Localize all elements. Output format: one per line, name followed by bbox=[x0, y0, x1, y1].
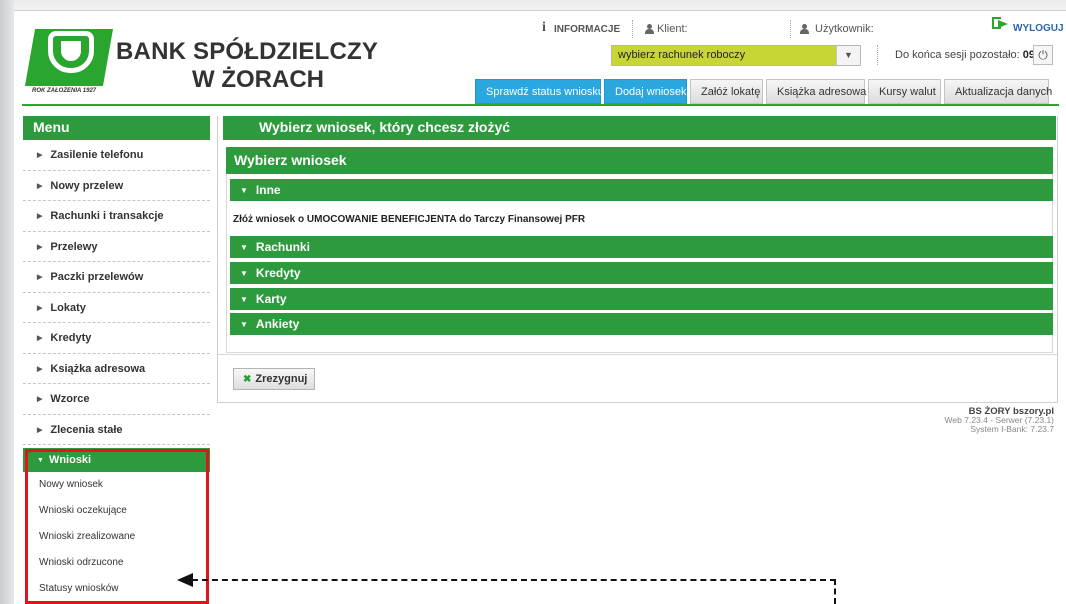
divider bbox=[790, 20, 791, 38]
sidebar-item-label: Nowy przelew bbox=[50, 179, 124, 192]
bank-name-line2: W ŻORACH bbox=[192, 66, 324, 93]
tab-exchange-rates[interactable]: Kursy walut bbox=[868, 79, 941, 104]
sidebar-item-label: Wzorce bbox=[50, 393, 90, 405]
caret-right-icon: ▶ bbox=[37, 304, 43, 312]
caret-right-icon: ▶ bbox=[37, 213, 43, 220]
account-select-value: wybierz rachunek roboczy bbox=[612, 46, 836, 65]
annotation-arrow-line bbox=[192, 579, 836, 581]
sidebar-item-label: Lokaty bbox=[50, 301, 86, 314]
footer-version-info: BS ŻORY bszory.pl Web 7.23.4 - Serwer (7… bbox=[945, 407, 1054, 434]
category-label: Inne bbox=[255, 183, 281, 197]
tab-add-application[interactable]: Dodaj wniosek bbox=[604, 79, 687, 104]
arrow-left-icon bbox=[177, 573, 193, 587]
tab-address-book[interactable]: Książka adresowa bbox=[766, 79, 866, 104]
client-icon bbox=[645, 24, 654, 34]
close-icon: ✖ bbox=[243, 374, 252, 385]
divider bbox=[632, 20, 633, 38]
divider bbox=[218, 354, 1057, 355]
quick-actions-tabs: Sprawdź status wniosku Dodaj wniosek Zał… bbox=[475, 79, 1052, 104]
divider bbox=[877, 45, 878, 65]
sidebar-item-new-transfer[interactable]: ▶ Nowy przelew bbox=[23, 171, 210, 201]
page-top-border bbox=[14, 10, 1066, 16]
main-panel: Wybierz wniosek, który chcesz złożyć Wyb… bbox=[217, 116, 1058, 403]
session-timer: Do końca sesji pozostało: 09:56 bbox=[895, 49, 1051, 61]
sidebar-item-phone-topup[interactable]: ▶ Zasilenie telefonu bbox=[23, 140, 210, 171]
category-cards[interactable]: ▼ Karty bbox=[230, 288, 1053, 310]
bank-name-line1: BANK SPÓŁDZIELCZY bbox=[116, 38, 379, 65]
sidebar-item-label: Paczki przelewów bbox=[50, 271, 144, 283]
logo-shield-inner-icon bbox=[58, 38, 84, 64]
window: ROK ZAŁOŻENIA 1927 BANK SPÓŁDZIELCZY W Ż… bbox=[0, 0, 1066, 604]
logout-icon[interactable] bbox=[992, 16, 1012, 30]
annotation-arrow-line bbox=[834, 579, 836, 604]
section-title: Wybierz wniosek bbox=[226, 147, 1053, 174]
caret-right-icon: ▶ bbox=[37, 182, 43, 190]
sidebar-item-label: Zlecenia stałe bbox=[50, 423, 123, 436]
category-label: Ankiety bbox=[255, 317, 300, 331]
footer-system-version: System I-Bank: 7.23.7 bbox=[970, 424, 1054, 434]
tab-check-status[interactable]: Sprawdź status wniosku bbox=[475, 79, 604, 104]
caret-down-icon: ▼ bbox=[240, 269, 248, 278]
info-icon[interactable]: i bbox=[542, 20, 546, 36]
sidebar-item-label: Rachunki i transakcje bbox=[50, 210, 164, 222]
caret-down-icon: ▼ bbox=[240, 243, 248, 252]
sidebar-item-templates[interactable]: ▶ Wzorce bbox=[23, 384, 210, 415]
sidebar-item-label: Książka adresowa bbox=[50, 362, 146, 375]
sidebar-title: Menu bbox=[23, 116, 210, 140]
sidebar-item-transfer-packages[interactable]: ▶ Paczki przelewów bbox=[23, 262, 210, 293]
session-label: Do końca sesji pozostało: bbox=[895, 49, 1020, 61]
category-surveys[interactable]: ▼ Ankiety bbox=[230, 313, 1053, 335]
header-divider bbox=[22, 104, 1059, 106]
caret-right-icon: ▶ bbox=[37, 365, 43, 373]
sidebar-item-address-book[interactable]: ▶ Książka adresowa bbox=[23, 354, 210, 384]
refresh-session-button[interactable]: ⏻ bbox=[1033, 45, 1053, 65]
application-link[interactable]: Złóż wniosek o UMOCOWANIE BENEFICJENTA d… bbox=[233, 214, 585, 225]
power-icon: ⏻ bbox=[1038, 48, 1048, 62]
cancel-button-label: Zrezygnuj bbox=[255, 373, 308, 385]
sidebar-item-loans[interactable]: ▶ Kredyty bbox=[23, 323, 210, 354]
caret-right-icon: ▶ bbox=[37, 396, 43, 403]
sidebar-item-transfers[interactable]: ▶ Przelewy bbox=[23, 232, 210, 262]
logout-link[interactable]: WYLOGUJ bbox=[1013, 23, 1064, 34]
sidebar-item-label: Przelewy bbox=[50, 240, 98, 253]
tab-open-deposit[interactable]: Załóż lokatę bbox=[690, 79, 763, 104]
info-link[interactable]: INFORMACJE bbox=[554, 23, 620, 35]
category-label: Karty bbox=[255, 292, 287, 306]
chevron-down-icon[interactable]: ▼ bbox=[836, 46, 860, 65]
caret-right-icon: ▶ bbox=[37, 152, 43, 159]
category-loans[interactable]: ▼ Kredyty bbox=[230, 262, 1053, 284]
page-title: Wybierz wniosek, który chcesz złożyć bbox=[223, 116, 1056, 140]
sidebar-item-label: Zasilenie telefonu bbox=[50, 149, 144, 161]
caret-right-icon: ▶ bbox=[37, 274, 43, 281]
account-select[interactable]: wybierz rachunek roboczy ▼ bbox=[611, 45, 861, 66]
category-other[interactable]: ▼ Inne bbox=[230, 179, 1053, 201]
window-left-edge bbox=[0, 0, 14, 604]
logo-founded-text: ROK ZAŁOŻENIA 1927 bbox=[32, 88, 97, 94]
sidebar-item-accounts[interactable]: ▶ Rachunki i transakcje bbox=[23, 201, 210, 232]
sidebar-item-standing-orders[interactable]: ▶ Zlecenia stałe bbox=[23, 415, 210, 445]
category-label: Rachunki bbox=[255, 240, 310, 254]
caret-right-icon: ▶ bbox=[37, 426, 43, 434]
client-label: Klient: bbox=[657, 23, 688, 35]
caret-right-icon: ▶ bbox=[37, 335, 43, 342]
caret-down-icon: ▼ bbox=[240, 320, 248, 329]
cancel-button[interactable]: ✖ Zrezygnuj bbox=[233, 368, 315, 390]
user-label: Użytkownik: bbox=[815, 23, 874, 35]
sidebar-item-label: Kredyty bbox=[50, 332, 92, 344]
tab-update-data[interactable]: Aktualizacja danych bbox=[944, 79, 1052, 104]
sidebar-item-deposits[interactable]: ▶ Lokaty bbox=[23, 293, 210, 323]
category-accounts[interactable]: ▼ Rachunki bbox=[230, 236, 1053, 258]
category-label: Kredyty bbox=[255, 266, 301, 280]
caret-right-icon: ▶ bbox=[37, 243, 43, 251]
caret-down-icon: ▼ bbox=[240, 186, 248, 195]
caret-down-icon: ▼ bbox=[240, 295, 248, 304]
users-icon bbox=[800, 24, 809, 34]
